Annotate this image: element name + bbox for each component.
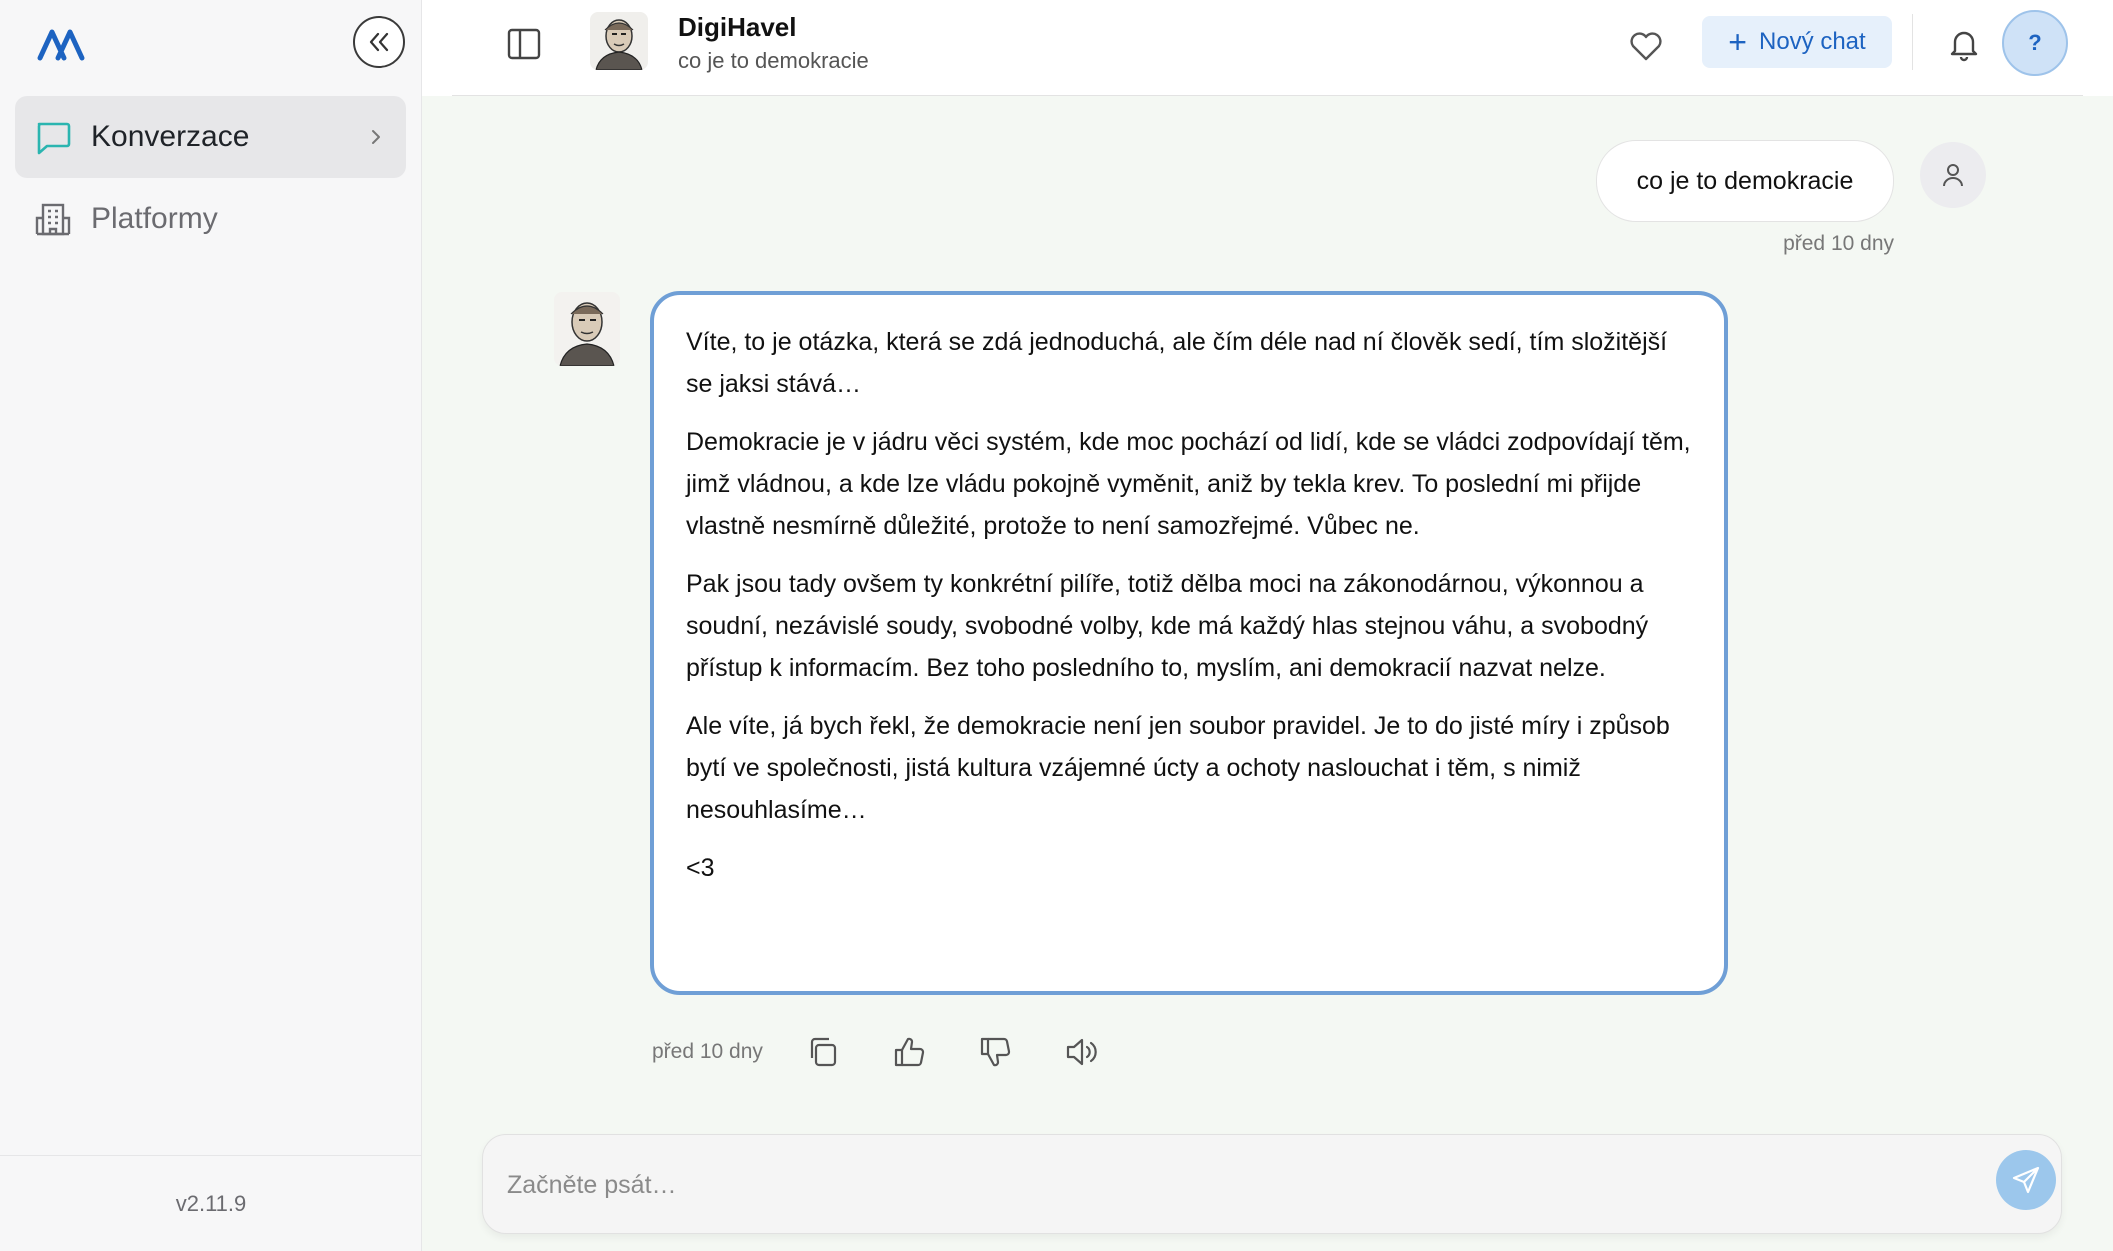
user-message-bubble: co je to demokracie: [1596, 140, 1894, 222]
notifications-button[interactable]: [1944, 24, 1984, 64]
bot-message-time: před 10 dny: [652, 1040, 763, 1063]
read-aloud-button[interactable]: [1061, 1032, 1101, 1072]
copy-icon: [810, 1037, 837, 1067]
sidebar: Konverzace Platformy v2.11.9: [0, 0, 422, 1251]
chat-title: DigiHavel: [678, 12, 797, 42]
send-icon: [2012, 1166, 2040, 1194]
app-logo[interactable]: [36, 26, 86, 62]
collapse-sidebar-button[interactable]: [353, 16, 405, 68]
bot-message-actions: před 10 dny: [652, 1032, 1147, 1072]
sidebar-item-platformy[interactable]: Platformy: [15, 178, 406, 260]
bot-message-paragraph: Víte, to je otázka, která se zdá jednodu…: [686, 328, 1668, 398]
message-input[interactable]: [507, 1165, 1907, 1205]
plus-icon: +: [1728, 24, 1747, 60]
thumbs-down-button[interactable]: [975, 1032, 1015, 1072]
thumbs-down-icon: [980, 1037, 1011, 1067]
help-button[interactable]: ?: [2002, 10, 2068, 76]
toggle-sidebar-button[interactable]: [504, 24, 544, 64]
thumbs-up-icon: [894, 1037, 925, 1067]
copy-button[interactable]: [803, 1032, 843, 1072]
new-chat-button[interactable]: + Nový chat: [1702, 16, 1892, 68]
header-bottom-divider: [452, 95, 2083, 96]
user-icon: [1943, 164, 1963, 187]
building-icon: [33, 199, 73, 239]
message-composer: [482, 1134, 2062, 1234]
bot-message-paragraph: <3: [686, 854, 715, 882]
user-message-text: co je to demokracie: [1636, 166, 1854, 195]
bot-message-bubble: Víte, to je otázka, která se zdá jednodu…: [650, 291, 1728, 995]
chat-header: DigiHavel co je to demokracie + Nový cha…: [422, 0, 2113, 96]
chat-subtitle: co je to demokracie: [678, 48, 869, 73]
sidebar-item-konverzace[interactable]: Konverzace: [15, 96, 406, 178]
favorite-button[interactable]: [1626, 26, 1666, 66]
send-button[interactable]: [1996, 1150, 2056, 1210]
bell-icon: [1950, 31, 1978, 62]
heart-icon: [1630, 32, 1662, 61]
bot-message-paragraph: Demokracie je v jádru věci systém, kde m…: [686, 428, 1691, 540]
bot-message-paragraph: Ale víte, já bych řekl, že demokracie ne…: [686, 712, 1670, 824]
speaker-icon: [1066, 1038, 1097, 1066]
version-footer: v2.11.9: [0, 1155, 422, 1251]
sidebar-item-label: Konverzace: [91, 120, 250, 153]
double-chevron-left-icon: [369, 32, 389, 52]
bot-avatar: [590, 12, 648, 70]
new-chat-label: Nový chat: [1758, 28, 1866, 55]
version-label: v2.11.9: [175, 1190, 247, 1216]
main-area: DigiHavel co je to demokracie + Nový cha…: [422, 0, 2113, 1251]
chat-bubble-icon: [33, 117, 73, 157]
bot-message-avatar: [554, 292, 620, 366]
thumbs-up-button[interactable]: [889, 1032, 929, 1072]
user-avatar: [1920, 142, 1986, 208]
bot-message-paragraph: Pak jsou tady ovšem ty konkrétní pilíře,…: [686, 570, 1649, 682]
header-divider: [1912, 14, 1913, 70]
sidebar-item-label: Platformy: [91, 202, 218, 235]
chevron-right-icon: [372, 130, 380, 144]
user-message-time: před 10 dny: [1783, 232, 1894, 255]
sidebar-panel-icon: [507, 28, 541, 60]
